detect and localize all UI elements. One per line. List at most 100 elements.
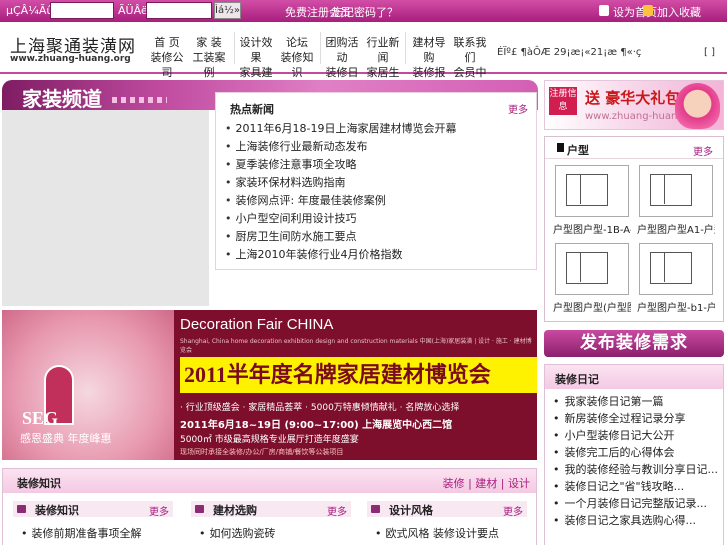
login-button[interactable]: Ìá½»	[214, 2, 241, 19]
news-more-link[interactable]: 更多	[508, 101, 528, 116]
section-title: 装修知识	[17, 477, 61, 490]
list-item[interactable]: 装修完工后的心得体会	[553, 444, 718, 461]
nav-separator	[234, 32, 235, 64]
password-input[interactable]	[146, 2, 212, 19]
gift-text: 送 豪华大礼包	[585, 89, 681, 107]
nav-item-4[interactable]: 论坛 装修知识	[277, 35, 317, 80]
news-item[interactable]: 家装环保材料选购指南	[225, 174, 456, 192]
category-icon	[195, 505, 204, 513]
register-tag: 注册信息	[549, 87, 577, 115]
floorplan-caption[interactable]: 户型图户型-b1-户型	[637, 299, 715, 314]
column-header: 设计风格 更多	[367, 501, 527, 518]
diary-title: 装修日记	[555, 373, 599, 386]
list-item[interactable]: 如何选购瓷砖	[199, 525, 351, 541]
floorplan-caption[interactable]: 户型图户型-1B-A-户型	[553, 221, 631, 236]
floorplan-more-link[interactable]: 更多	[693, 143, 713, 158]
floorplan-thumbnail[interactable]	[555, 243, 629, 295]
column-more-link[interactable]: 更多	[503, 503, 523, 518]
floorplan-box: 户型 更多 户型图户型-1B-A-户型 户型图户型A1-户型 户型图户型(户型图…	[544, 136, 724, 322]
news-item[interactable]: 夏季装修注意事项全攻略	[225, 156, 456, 174]
news-item[interactable]: 上海装修行业最新动态发布	[225, 138, 456, 156]
diary-header: 装修日记	[545, 365, 723, 389]
news-item[interactable]: 小户型空间利用设计技巧	[225, 210, 456, 228]
news-box: 热点新闻 更多 2011年6月18-19日上海家居建材博览会开幕 上海装修行业最…	[215, 92, 537, 270]
knowledge-section: 装修知识 装修 | 建材 | 设计 装修知识 更多 装修前期准备事项全解 建材选…	[2, 468, 537, 545]
ad-decoration-title: Decoration Fair CHINA	[180, 316, 334, 333]
floorplan-item[interactable]: 户型图户型(户型图	[553, 243, 631, 314]
ad-subheading: Shanghai, China home decoration exhibiti…	[180, 338, 532, 354]
floorplan-item[interactable]: 户型图户型-b1-户型	[637, 243, 715, 314]
news-item[interactable]: 2011年6月18-19日上海家居建材博览会开幕	[225, 120, 457, 138]
ad-size: 5000㎡ 市级最高规格专业展厅打造年度盛宴	[180, 435, 359, 445]
ad-date: 2011年6月18~19日 (9:00~17:00) 上海展览中心西二馆	[180, 420, 453, 431]
expo-advertisement[interactable]: SEG 感恩盛典 年度峰惠 Decoration Fair CHINA Shan…	[2, 310, 537, 460]
diary-list: 我家装修日记第一篇 新房装修全过程记录分享 小户型装修日记大公开 装修完工后的心…	[553, 393, 719, 529]
category-icon	[17, 505, 26, 513]
list-item[interactable]: 小户型装修日记大公开	[553, 427, 718, 444]
floorplan-thumbnail[interactable]	[639, 243, 713, 295]
gift-advertisement[interactable]: 注册信息 送 豪华大礼包 www.zhuang-huang.org	[544, 80, 724, 130]
list-item[interactable]: 欧式风格 装修设计要点	[375, 525, 527, 541]
news-list: 2011年6月18-19日上海家居建材博览会开幕 上海装修行业最新动态发布 夏季…	[225, 120, 457, 264]
favorite-icon	[643, 5, 653, 16]
forgot-password-link[interactable]: 忘记密码了？	[332, 4, 398, 20]
ad-flower-panel: SEG 感恩盛典 年度峰惠	[2, 310, 174, 460]
bullet-icon	[557, 143, 564, 152]
home-icon	[599, 5, 609, 16]
ad-tagline: · 行业顶级盛会 · 家居精品荟萃 · 5000万特惠倾情献礼 · 名牌放心选择	[180, 403, 460, 413]
news-box-title: 热点新闻	[230, 103, 274, 116]
username-input[interactable]	[50, 2, 114, 19]
ad-seg-logo: SEG	[22, 408, 59, 428]
site-logo-url: www.zhuang-huang.org	[10, 54, 131, 64]
list-item[interactable]: 一个月装修日记完整版记录...	[553, 495, 718, 512]
section-header: 装修知识 装修 | 建材 | 设计	[3, 469, 536, 493]
list-item[interactable]: 我家装修日记第一篇	[553, 393, 718, 410]
column-title: 装修知识	[35, 504, 79, 517]
publish-request-button[interactable]: 发布装修需求	[544, 330, 724, 357]
column-header: 装修知识 更多	[13, 501, 173, 518]
floorplan-caption[interactable]: 户型图户型(户型图	[553, 299, 631, 314]
nav-separator	[320, 32, 321, 64]
news-item[interactable]: 上海2010年装修行业4月价格指数	[225, 246, 456, 264]
ad-seg-subtitle: 感恩盛典 年度峰惠	[20, 432, 112, 445]
ad-note: 现场同时承接全装修/办公/厂房/商铺/餐饮等公装项目	[180, 448, 344, 456]
floorplan-item[interactable]: 户型图户型-1B-A-户型	[553, 165, 631, 236]
column-more-link[interactable]: 更多	[327, 503, 347, 518]
top-bar: µÇÂ¼Ãû: ÃÜÂë: Ìá½» 免费注册会员 忘记密码了？ 设为首页 加入…	[0, 0, 727, 22]
column-title: 设计风格	[389, 504, 433, 517]
knowledge-column: 建材选购 更多 如何选购瓷砖	[191, 501, 351, 541]
list-item[interactable]: 我的装修经验与教训分享日记...	[553, 461, 719, 478]
featured-image[interactable]	[2, 110, 209, 306]
add-favorite-link[interactable]: 加入收藏	[657, 4, 701, 20]
column-more-link[interactable]: 更多	[149, 503, 169, 518]
banner-decoration	[112, 97, 167, 103]
model-photo	[675, 83, 720, 129]
diary-box: 装修日记 我家装修日记第一篇 新房装修全过程记录分享 小户型装修日记大公开 装修…	[544, 364, 724, 545]
list-item[interactable]: 装修日记之家具选购心得...	[553, 512, 718, 529]
news-item[interactable]: 装修网点评: 年度最佳装修案例	[225, 192, 456, 210]
section-links[interactable]: 装修 | 建材 | 设计	[443, 475, 530, 491]
header: 上海聚通装潢网 www.zhuang-huang.org 首 页装修公司 家 装…	[0, 22, 727, 94]
knowledge-column: 设计风格 更多 欧式风格 装修设计要点	[367, 501, 527, 541]
list-item[interactable]: 装修日记之"省"钱攻略...	[553, 478, 718, 495]
floorplan-thumbnail[interactable]	[555, 165, 629, 217]
nav-item-2[interactable]: 家 装工装案例	[189, 35, 229, 80]
column-title: 建材选购	[213, 504, 257, 517]
floorplan-header: 户型 更多	[545, 137, 723, 159]
floorplan-item[interactable]: 户型图户型A1-户型	[637, 165, 715, 236]
nav-item-1[interactable]: 首 页装修公司	[147, 35, 187, 80]
nav-separator	[405, 32, 406, 64]
list-item[interactable]: 装修前期准备事项全解	[21, 525, 173, 541]
floorplan-caption[interactable]: 户型图户型A1-户型	[637, 221, 715, 236]
floorplan-thumbnail[interactable]	[639, 165, 713, 217]
weather-info: ÉÏº£ ¶àÔÆ 29¡æ¡«21¡æ ¶«·ç	[497, 47, 642, 58]
list-item[interactable]: 新房装修全过程记录分享	[553, 410, 718, 427]
weather-close-button[interactable]: [ ]	[704, 47, 715, 58]
ad-headline: 2011半年度名牌家居建材博览会	[180, 357, 537, 393]
knowledge-column: 装修知识 更多 装修前期准备事项全解	[13, 501, 173, 541]
category-icon	[371, 505, 380, 513]
channel-title: 家装频道	[22, 87, 102, 111]
floorplan-title: 户型	[567, 144, 589, 157]
news-item[interactable]: 厨房卫生间防水施工要点	[225, 228, 456, 246]
column-header: 建材选购 更多	[191, 501, 351, 518]
